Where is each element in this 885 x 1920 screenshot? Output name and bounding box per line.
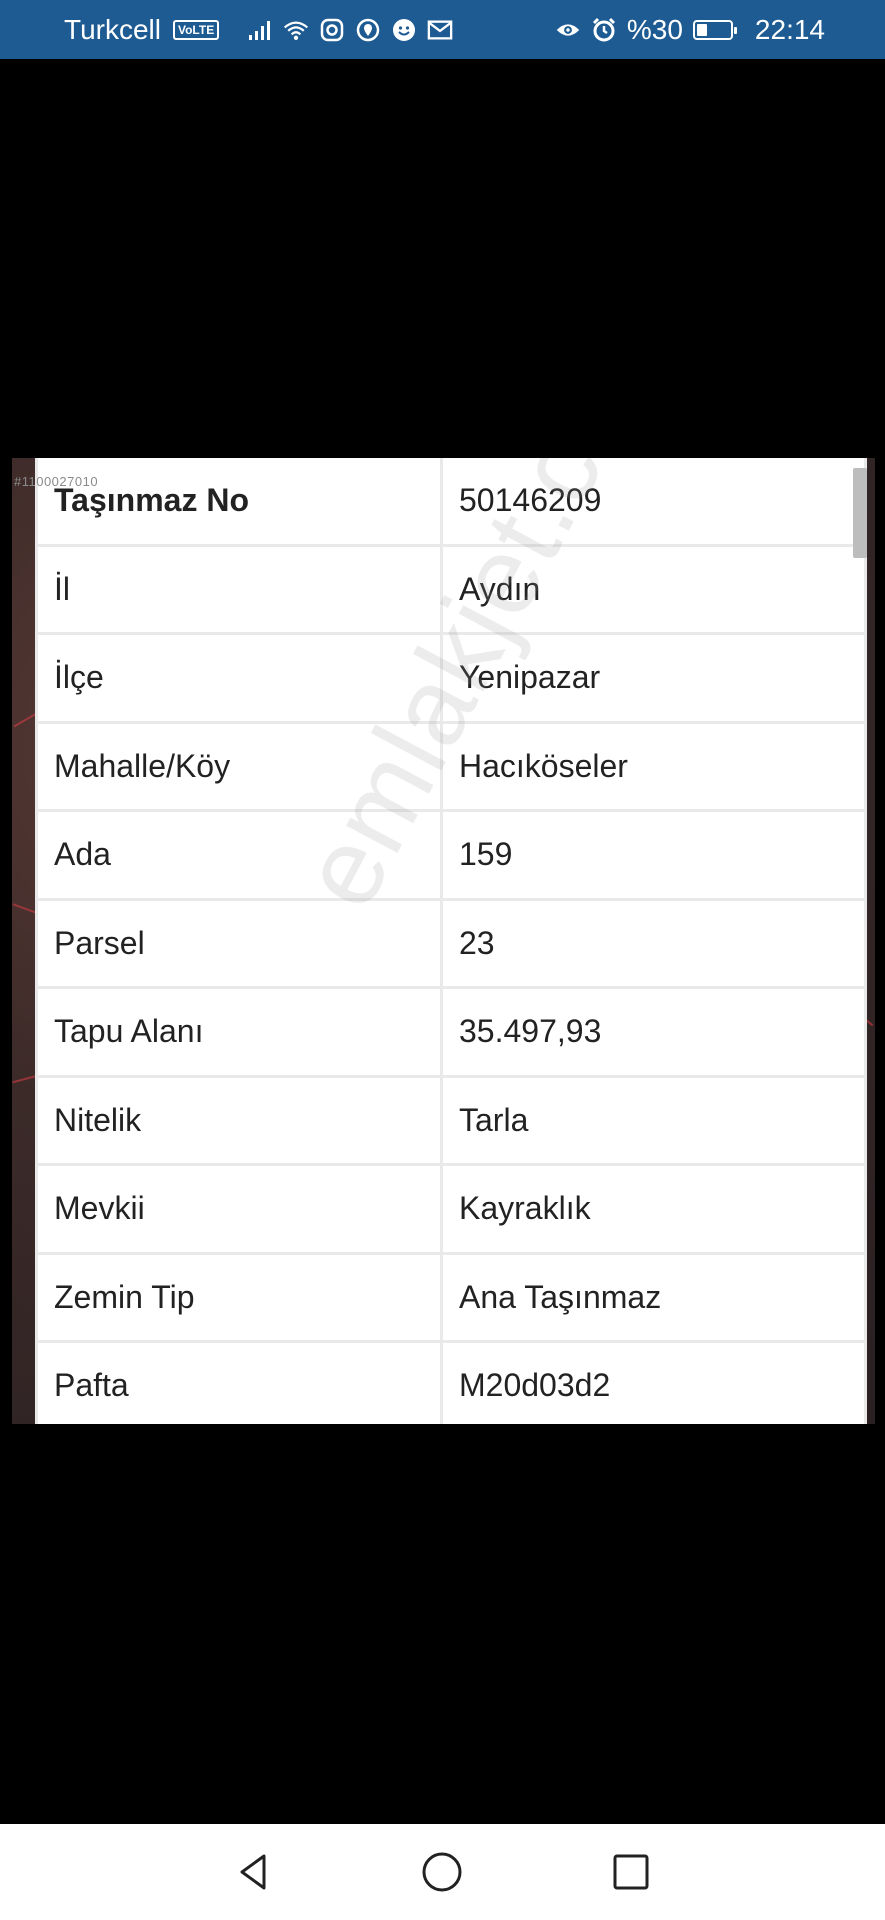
table-row: Parsel 23 — [38, 900, 864, 986]
row-label: Zemin Tip — [38, 1254, 440, 1340]
row-label: Tapu Alanı — [38, 989, 440, 1075]
volte-badge: VoLTE — [172, 19, 220, 40]
wifi-icon — [283, 17, 309, 43]
table-row: İl Aydın — [38, 546, 864, 632]
mail-icon — [427, 17, 453, 43]
row-label: Mahalle/Köy — [38, 723, 440, 809]
watermark-code: #1100027010 — [14, 474, 99, 489]
row-label: Mevkii — [38, 1166, 440, 1252]
table-row: İlçe Yenipazar — [38, 635, 864, 721]
row-label: Parsel — [38, 900, 440, 986]
row-value: Aydın — [443, 546, 864, 632]
row-label: Nitelik — [38, 1077, 440, 1163]
row-value: Kayraklık — [443, 1166, 864, 1252]
row-value: 23 — [443, 900, 864, 986]
row-value: Ana Taşınmaz — [443, 1254, 864, 1340]
table-row: Taşınmaz No 50146209 — [38, 458, 864, 544]
navigation-bar — [0, 1824, 885, 1920]
row-value: Tarla — [443, 1077, 864, 1163]
map-line — [12, 1074, 38, 1084]
property-photo[interactable]: Taşınmaz No 50146209 İl Aydın İlçe Yenipazar M… — [12, 458, 875, 1424]
clock: 22:14 — [754, 13, 825, 45]
table-row: Zemin Tip Ana Taşınmaz — [38, 1254, 864, 1340]
row-value: 159 — [443, 812, 864, 898]
back-button[interactable] — [226, 1844, 282, 1900]
row-value: 35.497,93 — [443, 989, 864, 1075]
row-label: İlçe — [38, 635, 440, 721]
row-label: İl — [38, 546, 440, 632]
instagram-icon — [319, 17, 345, 43]
table-row: Ada 159 — [38, 812, 864, 898]
signal-icon — [247, 17, 273, 43]
alarm-icon — [591, 17, 617, 43]
battery-icon — [692, 19, 737, 40]
table-row: Pafta M20d03d2 — [38, 1343, 864, 1424]
property-table-container: Taşınmaz No 50146209 İl Aydın İlçe Yenipazar M… — [35, 458, 867, 1424]
table-row: Tapu Alanı 35.497,93 — [38, 989, 864, 1075]
battery-percent: %30 — [626, 13, 683, 45]
eye-icon — [555, 17, 581, 43]
recents-button[interactable] — [603, 1844, 659, 1900]
property-table: Taşınmaz No 50146209 İl Aydın İlçe Yenipazar M… — [35, 458, 867, 1424]
home-icon — [422, 1852, 462, 1892]
scrollbar-thumb — [853, 468, 867, 558]
recents-icon — [613, 1854, 649, 1890]
row-value: 50146209 — [443, 458, 864, 544]
status-bar: Turkcell VoLTE %30 22:14 — [0, 0, 885, 59]
row-label: Taşınmaz No — [38, 458, 440, 544]
row-label: Ada — [38, 812, 440, 898]
back-icon — [240, 1854, 266, 1890]
row-label: Pafta — [38, 1343, 440, 1424]
status-bar-left: Turkcell VoLTE — [64, 14, 453, 46]
status-bar-right: %30 22:14 — [555, 14, 825, 46]
home-button[interactable] — [414, 1844, 470, 1900]
location-pin-icon — [355, 17, 381, 43]
table-row: Mevkii Kayraklık — [38, 1166, 864, 1252]
table-row: Nitelik Tarla — [38, 1077, 864, 1163]
row-value: Yenipazar — [443, 635, 864, 721]
battery-level — [696, 23, 707, 36]
table-row: Mahalle/Köy Hacıköseler — [38, 723, 864, 809]
row-value: Hacıköseler — [443, 723, 864, 809]
smiley-icon — [391, 17, 417, 43]
row-value: M20d03d2 — [443, 1343, 864, 1424]
carrier-name: Turkcell — [64, 13, 161, 45]
